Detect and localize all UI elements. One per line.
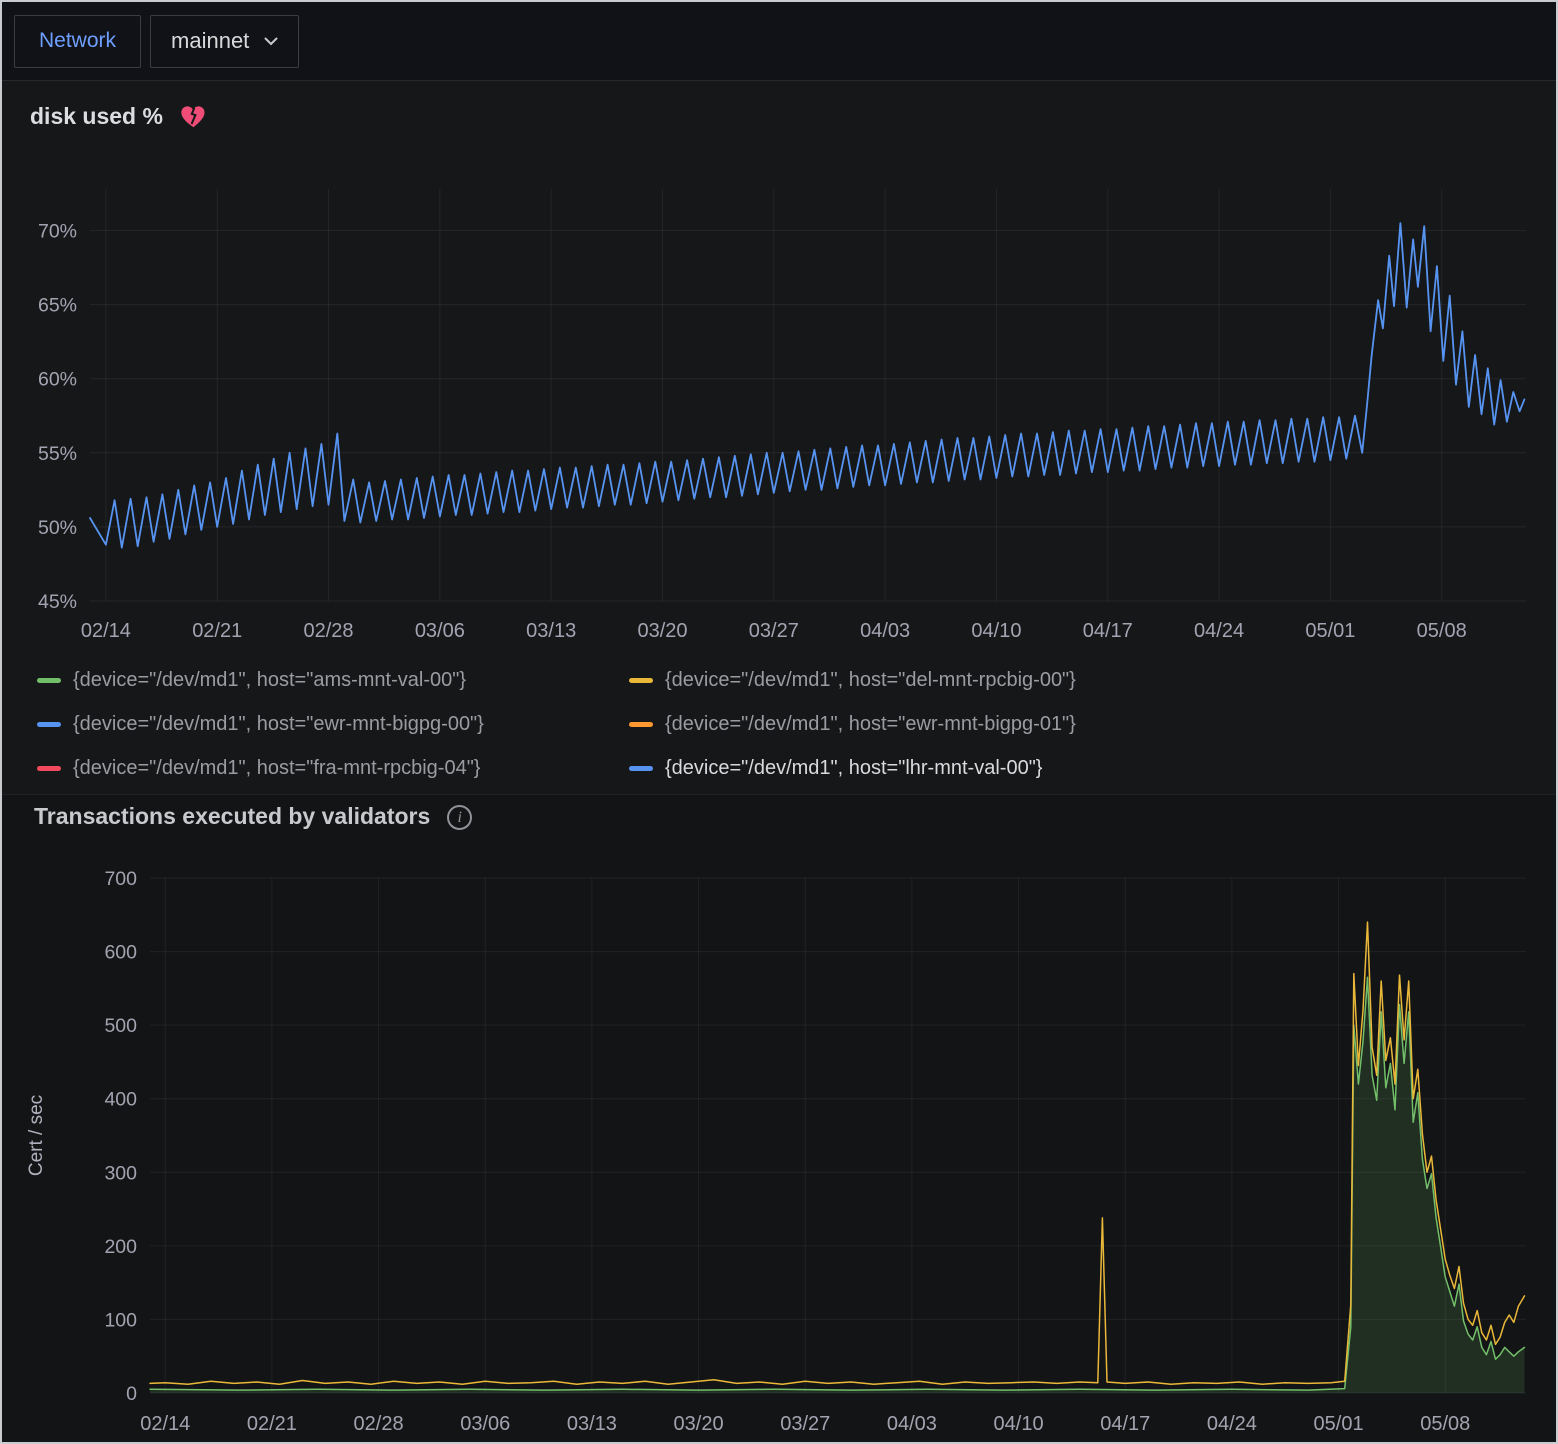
legend-swatch-icon bbox=[37, 722, 61, 727]
x-axis-tick-label: 02/14 bbox=[81, 620, 131, 642]
x-axis-tick-label: 05/01 bbox=[1314, 1413, 1364, 1435]
legend-item-label: {device="/dev/md1", host="del-mnt-rpcbig… bbox=[665, 669, 1076, 692]
x-axis-tick-label: 04/03 bbox=[887, 1413, 937, 1435]
legend-item-label: {device="/dev/md1", host="ams-mnt-val-00… bbox=[73, 669, 466, 692]
legend-item[interactable]: {device="/dev/md1", host="ewr-mnt-bigpg-… bbox=[629, 713, 1076, 736]
variables-bar: Network mainnet bbox=[2, 2, 1556, 80]
network-variable-label-text: Network bbox=[39, 29, 116, 53]
panel-tx-title-row[interactable]: Transactions executed by validators i bbox=[2, 795, 1556, 830]
x-axis-tick-label: 03/20 bbox=[674, 1413, 724, 1435]
x-axis-tick-label: 02/21 bbox=[247, 1413, 297, 1435]
y-axis-tick-label: 65% bbox=[38, 295, 77, 317]
x-axis-tick-label: 04/24 bbox=[1207, 1413, 1257, 1435]
legend-item[interactable]: {device="/dev/md1", host="ams-mnt-val-00… bbox=[37, 669, 629, 692]
series-line-0 bbox=[150, 977, 1525, 1390]
chevron-down-icon bbox=[264, 37, 278, 46]
y-axis-tick-label: 55% bbox=[38, 443, 77, 465]
panel-title: disk used % bbox=[30, 103, 163, 130]
x-axis-tick-label: 03/06 bbox=[460, 1413, 510, 1435]
x-axis-tick-label: 04/17 bbox=[1100, 1413, 1150, 1435]
legend-swatch-icon bbox=[629, 678, 653, 683]
y-axis-tick-label: 300 bbox=[104, 1162, 137, 1184]
series-line-1 bbox=[150, 922, 1525, 1384]
x-axis-tick-label: 02/28 bbox=[354, 1413, 404, 1435]
y-axis-tick-label: 400 bbox=[104, 1089, 137, 1111]
legend-item-label: {device="/dev/md1", host="ewr-mnt-bigpg-… bbox=[73, 713, 484, 736]
panel-title: Transactions executed by validators bbox=[34, 803, 430, 830]
network-variable-label: Network bbox=[14, 15, 141, 68]
info-icon[interactable]: i bbox=[447, 805, 472, 830]
x-axis-tick-label: 02/21 bbox=[192, 620, 242, 642]
y-axis-tick-label: 50% bbox=[38, 517, 77, 539]
y-axis-tick-label: 0 bbox=[126, 1383, 137, 1405]
x-axis-tick-label: 04/03 bbox=[860, 620, 910, 642]
legend-item-label: {device="/dev/md1", host="fra-mnt-rpcbig… bbox=[73, 757, 481, 780]
y-axis-tick-label: 200 bbox=[104, 1236, 137, 1258]
x-axis-tick-label: 03/27 bbox=[780, 1413, 830, 1435]
legend-item[interactable]: {device="/dev/md1", host="del-mnt-rpcbig… bbox=[629, 669, 1076, 692]
legend-item[interactable]: {device="/dev/md1", host="fra-mnt-rpcbig… bbox=[37, 757, 629, 780]
panel-disk-title-row[interactable]: disk used % bbox=[2, 81, 1556, 130]
y-axis-tick-label: 60% bbox=[38, 369, 77, 391]
x-axis-tick-label: 03/27 bbox=[749, 620, 799, 642]
x-axis-tick-label: 03/06 bbox=[415, 620, 465, 642]
legend-swatch-icon bbox=[629, 722, 653, 727]
legend-swatch-icon bbox=[37, 678, 61, 683]
x-axis-tick-label: 03/13 bbox=[567, 1413, 617, 1435]
legend-item-label: {device="/dev/md1", host="ewr-mnt-bigpg-… bbox=[665, 713, 1076, 736]
x-axis-tick-label: 05/08 bbox=[1417, 620, 1467, 642]
y-axis-tick-label: 600 bbox=[104, 942, 137, 964]
y-axis-title: Cert / sec bbox=[26, 1095, 47, 1176]
legend: {device="/dev/md1", host="ams-mnt-val-00… bbox=[37, 669, 1076, 780]
x-axis-tick-label: 03/13 bbox=[526, 620, 576, 642]
legend-swatch-icon bbox=[37, 766, 61, 771]
transactions-chart[interactable]: 0 100 200 300 400 500 600 700 02/14 02/21 02/28 03/… bbox=[2, 835, 1556, 1444]
x-axis-tick-label: 03/20 bbox=[637, 620, 687, 642]
x-axis-tick-label: 02/14 bbox=[140, 1413, 190, 1435]
x-axis-tick-label: 05/08 bbox=[1420, 1413, 1470, 1435]
network-variable-dropdown[interactable]: mainnet bbox=[150, 15, 299, 68]
y-axis-tick-label: 70% bbox=[38, 220, 77, 242]
series-area-0 bbox=[150, 977, 1525, 1393]
panel-disk-used: disk used % 45% 50% 55% 60% 65% 70% 02/14 02/21… bbox=[2, 80, 1556, 794]
grafana-dashboard: Network mainnet disk used % 45% 50% 55% 60%… bbox=[0, 0, 1558, 1444]
legend-item[interactable]: {device="/dev/md1", host="ewr-mnt-bigpg-… bbox=[37, 713, 629, 736]
y-axis-tick-label: 500 bbox=[104, 1015, 137, 1037]
y-axis-tick-label: 100 bbox=[104, 1309, 137, 1331]
legend-item[interactable]: {device="/dev/md1", host="lhr-mnt-val-00… bbox=[629, 757, 1076, 780]
x-axis-tick-label: 04/24 bbox=[1194, 620, 1244, 642]
x-axis-tick-label: 02/28 bbox=[304, 620, 354, 642]
y-axis-tick-label: 700 bbox=[104, 868, 137, 890]
broken-heart-icon bbox=[180, 104, 207, 129]
network-variable-value: mainnet bbox=[171, 28, 249, 54]
x-axis-tick-label: 04/17 bbox=[1083, 620, 1133, 642]
series-line-0 bbox=[90, 223, 1524, 547]
y-axis-tick-label: 45% bbox=[38, 591, 77, 613]
legend-item-label: {device="/dev/md1", host="lhr-mnt-val-00… bbox=[665, 757, 1042, 780]
x-axis-tick-label: 04/10 bbox=[994, 1413, 1044, 1435]
x-axis-tick-label: 05/01 bbox=[1305, 620, 1355, 642]
x-axis-tick-label: 04/10 bbox=[971, 620, 1021, 642]
legend-swatch-icon bbox=[629, 766, 653, 771]
panel-transactions: Transactions executed by validators i 0 1… bbox=[2, 794, 1556, 1444]
disk-used-chart[interactable]: 45% 50% 55% 60% 65% 70% 02/14 02/21 02/28 03/06 03… bbox=[2, 153, 1556, 655]
